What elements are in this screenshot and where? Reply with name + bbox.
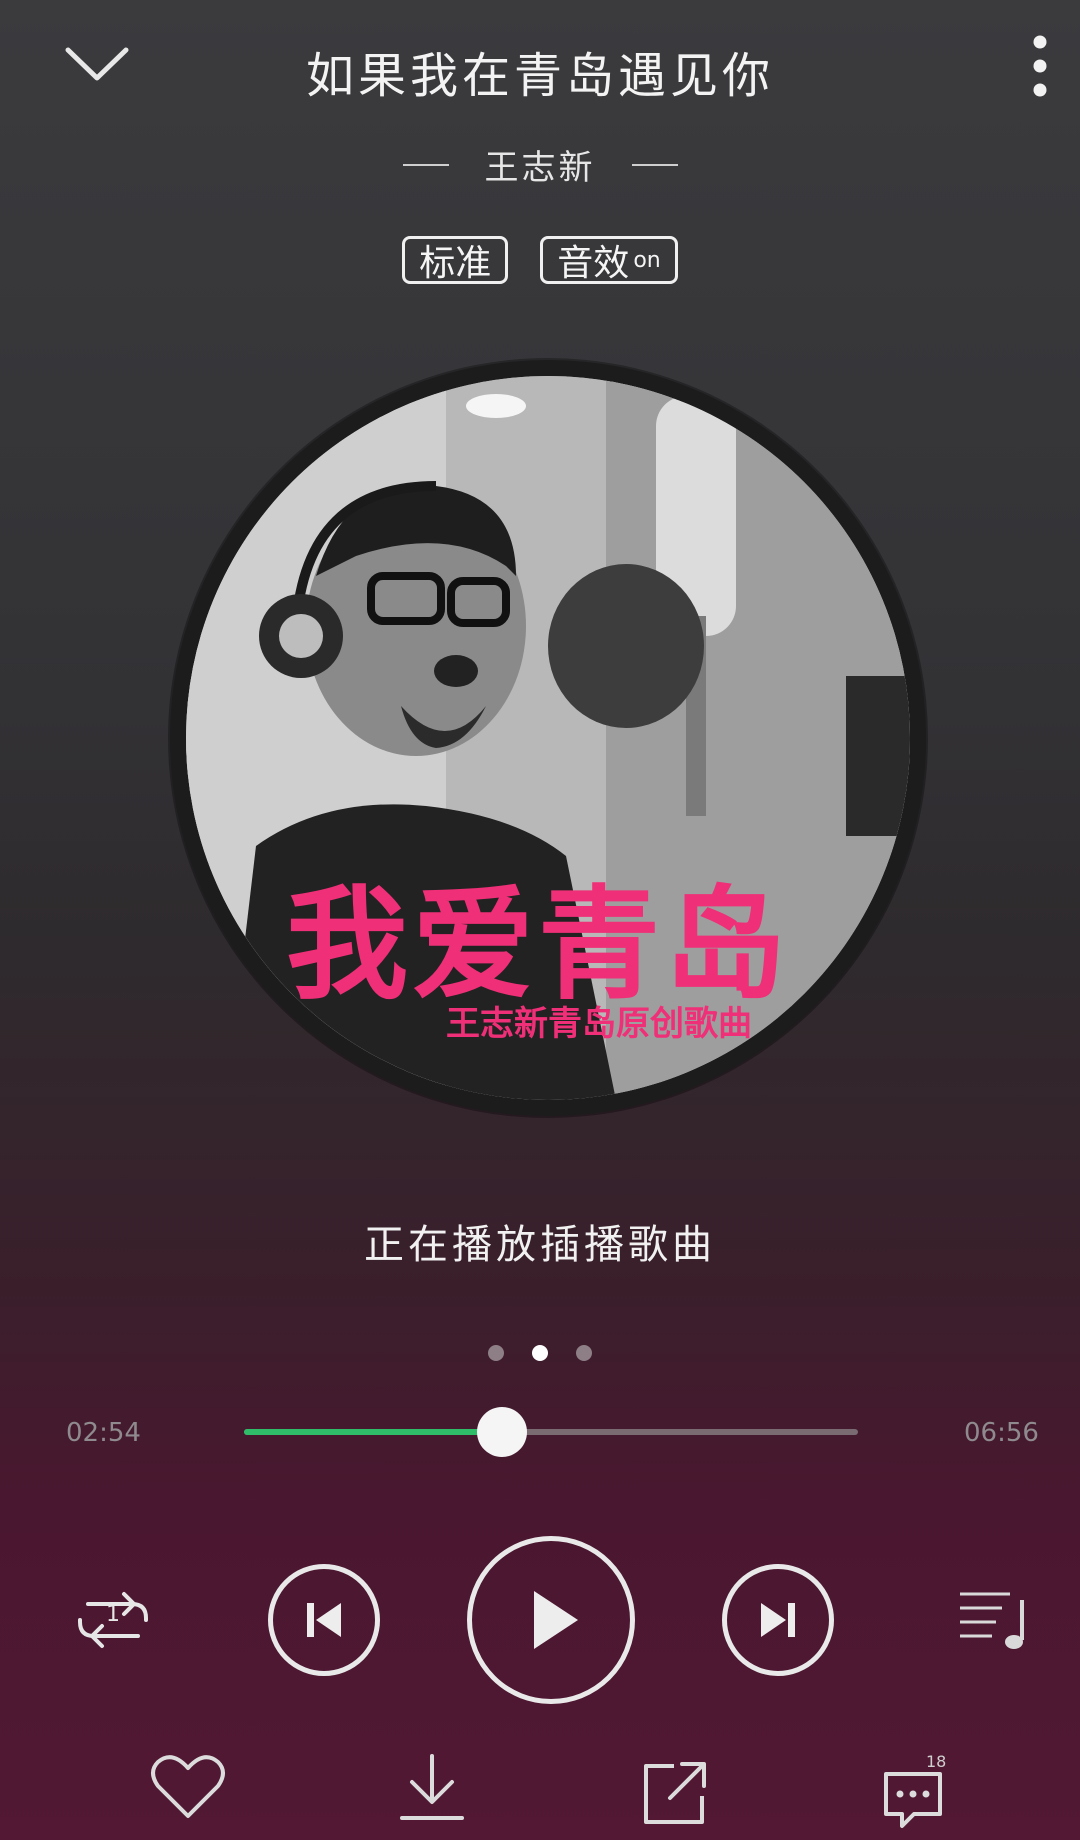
playlist-icon xyxy=(960,1592,1024,1649)
comment-count-badge: 18 xyxy=(926,1752,947,1771)
more-vertical-icon xyxy=(1033,35,1047,97)
sound-effect-button[interactable]: 音效 on xyxy=(540,236,678,284)
comments-button[interactable]: 18 xyxy=(880,1752,960,1838)
cover-subtitle: 王志新青岛原创歌曲 xyxy=(446,1004,752,1044)
page-indicator xyxy=(0,1345,1080,1361)
skip-previous-icon xyxy=(307,1603,341,1637)
divider xyxy=(631,163,678,166)
quality-label: 标准 xyxy=(419,243,492,284)
repeat-mode-label: 1 xyxy=(106,1602,120,1627)
artist-row: 王志新 xyxy=(0,140,1080,189)
seek-bar-thumb[interactable] xyxy=(476,1407,527,1457)
share-icon xyxy=(644,1762,706,1824)
download-icon xyxy=(400,1754,464,1820)
current-time: 02:54 xyxy=(66,1418,141,1448)
audio-badges: 标准 音效 on xyxy=(0,236,1080,284)
play-icon xyxy=(534,1591,578,1649)
page-dot-active[interactable] xyxy=(532,1345,548,1361)
favorite-button[interactable] xyxy=(148,1752,228,1832)
share-button[interactable] xyxy=(636,1756,716,1836)
skip-next-icon xyxy=(761,1603,795,1637)
total-time: 06:56 xyxy=(964,1418,1039,1448)
more-options-button[interactable] xyxy=(1024,32,1056,102)
heart-icon xyxy=(151,1755,225,1818)
now-playing-status: 正在播放插播歌曲 xyxy=(364,1222,716,1268)
next-button[interactable] xyxy=(722,1564,834,1676)
download-button[interactable] xyxy=(392,1752,472,1832)
quality-button[interactable]: 标准 xyxy=(402,236,509,284)
sound-effect-label: 音效 xyxy=(557,243,630,284)
page-dot[interactable] xyxy=(488,1345,504,1361)
song-title: 如果我在青岛遇见你 xyxy=(305,48,774,104)
comment-icon xyxy=(884,1772,942,1828)
seek-bar-progress xyxy=(244,1429,502,1435)
playlist-button[interactable] xyxy=(956,1588,1030,1652)
sound-effect-state: on xyxy=(633,247,661,273)
repeat-mode-button[interactable]: 1 xyxy=(70,1586,156,1654)
artist-name[interactable]: 王志新 xyxy=(485,140,596,189)
seek-bar[interactable] xyxy=(244,1429,858,1435)
play-button[interactable] xyxy=(467,1536,635,1704)
album-cover: 我爱青岛 王志新青岛原创歌曲 xyxy=(186,376,910,1100)
previous-button[interactable] xyxy=(268,1564,380,1676)
page-dot[interactable] xyxy=(576,1345,592,1361)
divider xyxy=(402,163,449,166)
